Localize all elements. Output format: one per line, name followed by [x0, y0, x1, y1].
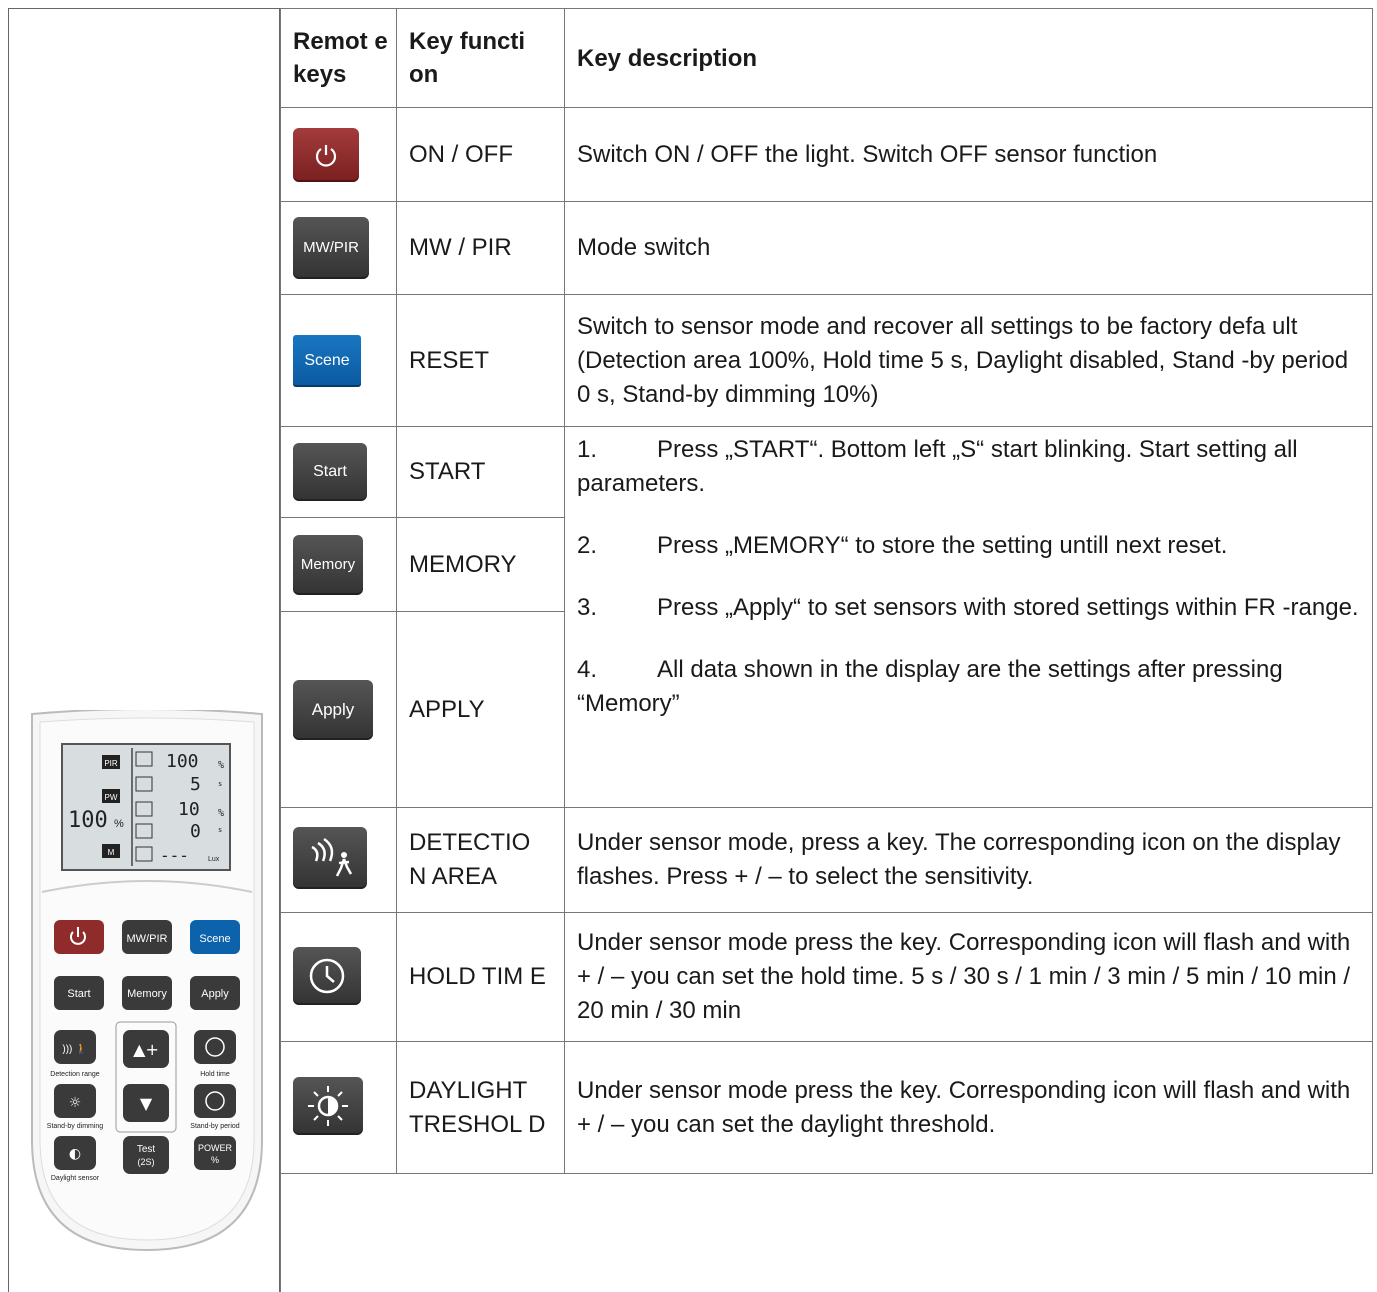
lcd-row4: 0 [190, 821, 201, 842]
function-cell: RESET [396, 294, 565, 427]
lcd-row3: 10 [178, 799, 200, 820]
remote-standby-period-label: Stand-by period [190, 1123, 240, 1130]
remote-daylight-label: Daylight sensor [51, 1175, 100, 1182]
step-text: Press „START“. Bottom left „S“ start bli… [577, 436, 1298, 497]
remote-start-label: Start [67, 988, 90, 1000]
lcd-row3-unit: % [218, 808, 224, 819]
scene-key: Scene [293, 334, 361, 387]
lcd-row2: 5 [190, 774, 201, 795]
lcd-big-value: 100 [68, 808, 108, 833]
function-cell: START [396, 426, 565, 518]
description-cell: Under sensor mode, press a key. The corr… [564, 807, 1373, 913]
lcd-display [61, 743, 231, 871]
function-cell: DAYLIGHT TRESHOL D [396, 1041, 565, 1174]
daylight-threshold-key-icon [293, 1077, 363, 1135]
lcd-row1-unit: % [218, 760, 224, 771]
function-cell: HOLD TIM E [396, 912, 565, 1042]
remote-daylight-icon: ◐ [69, 1146, 81, 1162]
lcd-pw: PW [105, 793, 118, 802]
remote-minus-icon: ▼ [140, 1094, 153, 1113]
lcd-row1: 100 [166, 751, 199, 772]
step-number: 4. [577, 656, 598, 683]
table-continuation-line [280, 1173, 281, 1292]
remote-apply-label: Apply [201, 988, 229, 1000]
remote-power-label: POWER [198, 1143, 233, 1153]
table-row: Scene RESET Switch to sensor mode and re… [280, 294, 1373, 427]
lcd-pir: PIR [104, 759, 118, 768]
step-number: 2. [577, 532, 598, 559]
memory-key: Memory [293, 534, 363, 595]
remote-standby-dim-label: Stand-by dimming [47, 1123, 104, 1130]
step-number: 3. [577, 594, 598, 621]
description-cell: Under sensor mode press the key. Corresp… [564, 1041, 1373, 1174]
description-cell: Switch to sensor mode and recover all se… [564, 294, 1373, 427]
remote-bulb-icon: ☼ [69, 1095, 82, 1111]
header-key-description: Key description [564, 8, 1373, 108]
remote-control-illustration: PIR PW M 100 % 100 % 5 s 10 % 0 s --- Lu… [31, 710, 263, 1252]
step-text: Press „Apply“ to set sensors with stored… [657, 594, 1359, 621]
power-key-icon [293, 127, 359, 182]
lcd-row4-unit: s [218, 826, 222, 834]
description-cell: Switch ON / OFF the light. Switch OFF se… [564, 107, 1373, 202]
table-row: DAYLIGHT TRESHOL D Under sensor mode pre… [280, 1041, 1373, 1174]
remote-test-sub-label: (2S) [137, 1157, 154, 1167]
header-remote-keys: Remot e keys [280, 8, 397, 108]
detection-area-key-icon [293, 827, 367, 889]
lcd-m: M [108, 848, 115, 857]
remote-power-sub-label: % [211, 1155, 219, 1165]
table-row: MW/PIR MW / PIR Mode switch [280, 201, 1373, 295]
description-cell: Mode switch [564, 201, 1373, 295]
apply-key: Apply [293, 679, 373, 740]
hold-time-key-icon [293, 946, 361, 1005]
remote-scene-label: Scene [199, 933, 230, 945]
function-cell: ON / OFF [396, 107, 565, 202]
table-row: ON / OFF Switch ON / OFF the light. Swit… [280, 107, 1373, 202]
table-row: Start START 1. Press „START“. Bottom left… [280, 426, 1373, 808]
step-text: All data shown in the display are the se… [577, 656, 1283, 717]
header-row: Remot e keys Key functi on Key descripti… [280, 8, 1373, 108]
remote-detection-label: Detection range [50, 1071, 100, 1078]
remote-detection-icon: ))) 🚶 [62, 1042, 87, 1055]
lcd-big-unit: % [114, 818, 124, 830]
remote-test-label: Test [137, 1144, 156, 1155]
header-key-function: Key functi on [396, 8, 565, 108]
step-text: Press „MEMORY“ to store the setting unti… [657, 532, 1228, 559]
remote-mwpir-label: MW/PIR [127, 933, 168, 945]
remote-plus-icon: ▲+ [133, 1040, 159, 1059]
function-cell: MEMORY [396, 517, 565, 612]
table-row: DETECTIO N AREA Under sensor mode, press… [280, 807, 1373, 913]
key-table: Remot e keys Key functi on Key descripti… [280, 8, 1373, 1174]
mwpir-key: MW/PIR [293, 217, 369, 279]
remote-hold-label: Hold time [200, 1071, 230, 1078]
lcd-row2-unit: s [218, 780, 222, 788]
lcd-row5: --- [160, 846, 189, 865]
description-cell: Under sensor mode press the key. Corresp… [564, 912, 1373, 1042]
step-number: 1. [577, 436, 598, 463]
start-key: Start [293, 443, 367, 501]
function-cell: DETECTIO N AREA [396, 807, 565, 913]
lcd-row5-unit: Lux [208, 856, 220, 863]
steps-description-cell: 1. Press „START“. Bottom left „S“ start b… [564, 426, 1373, 808]
remote-memory-label: Memory [127, 988, 167, 1000]
function-cell: APPLY [396, 611, 565, 808]
function-cell: MW / PIR [396, 201, 565, 295]
table-row: HOLD TIM E Under sensor mode press the k… [280, 912, 1373, 1042]
